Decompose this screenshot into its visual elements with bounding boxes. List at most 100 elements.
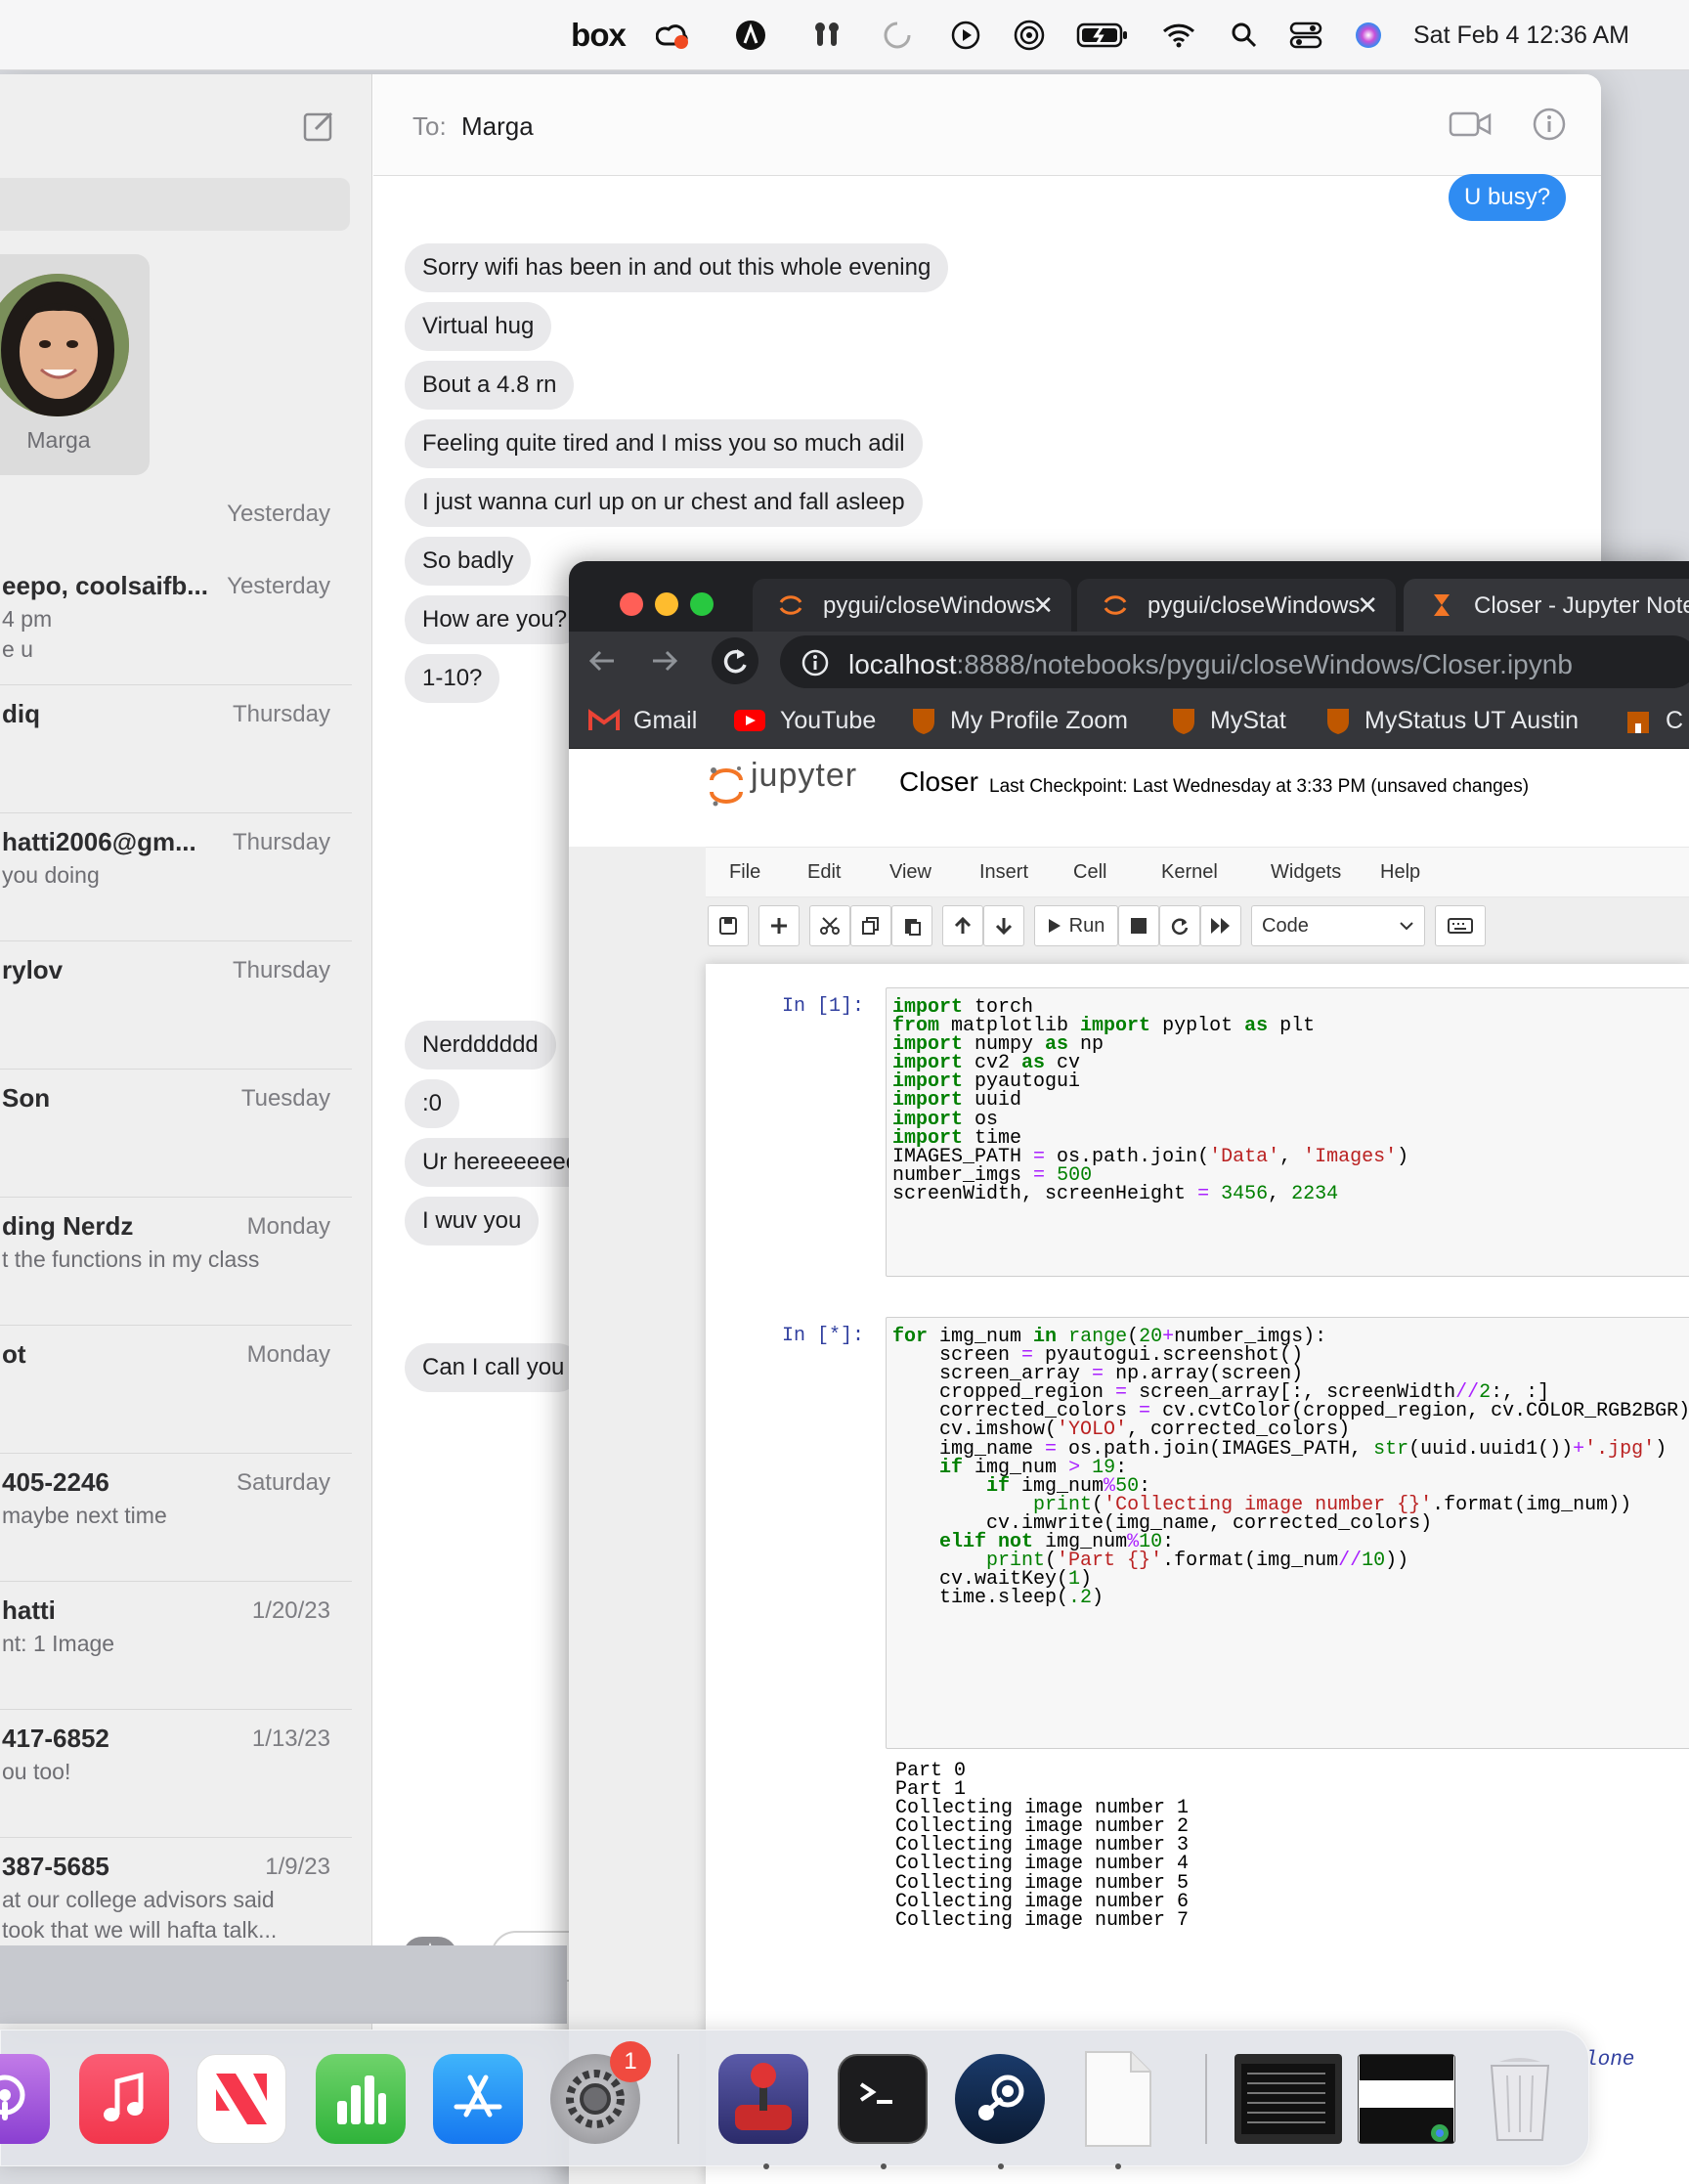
notebook-name[interactable]: Closer [899, 766, 978, 798]
back-icon[interactable] [586, 645, 618, 681]
conversation-name: Son [2, 1083, 51, 1113]
interrupt-kernel-icon[interactable] [1118, 905, 1159, 946]
browser-tab[interactable]: pygui/closeWindows ✕ [1077, 579, 1396, 632]
output-line: Collecting image number 6 [895, 1890, 1190, 1913]
menu-cell[interactable]: Cell [1073, 861, 1106, 884]
conversation-item[interactable]: Son Tuesday [0, 1070, 352, 1198]
menu-bar-clock[interactable]: Sat Feb 4 12:36 AM [1413, 20, 1629, 51]
menu-insert[interactable]: Insert [979, 861, 1028, 884]
loading-icon [882, 20, 913, 51]
run-button[interactable]: Run [1034, 905, 1118, 946]
airdrop-icon[interactable] [1013, 20, 1046, 51]
menu-edit[interactable]: Edit [807, 861, 841, 884]
bookmark-label: My Profile Zoom [950, 706, 1128, 734]
document-icon[interactable] [1072, 2051, 1162, 2147]
bookmark-youtube[interactable]: YouTube [733, 704, 876, 737]
search-icon[interactable] [1230, 20, 1259, 51]
conversation-item[interactable]: diq Thursday [0, 685, 352, 813]
screenshot-1-icon[interactable] [1234, 2054, 1342, 2144]
menu-help[interactable]: Help [1380, 861, 1420, 884]
tab-title: Closer - Jupyter Notebook [1474, 592, 1689, 619]
restart-kernel-icon[interactable] [1159, 905, 1200, 946]
move-up-icon[interactable] [942, 905, 983, 946]
code-cell[interactable]: import torch from matplotlib import pypl… [886, 987, 1689, 1277]
play-icon[interactable] [950, 20, 981, 51]
trash-icon[interactable] [1475, 2054, 1565, 2144]
cut-icon[interactable] [809, 905, 850, 946]
airpods-icon[interactable] [807, 20, 846, 51]
tab-close-icon[interactable]: ✕ [1032, 592, 1054, 618]
video-call-icon[interactable] [1449, 109, 1492, 144]
conversation-item[interactable]: hatti2006@gm... Thursday you doing [0, 813, 352, 941]
bookmark-mystatus-ut-austin[interactable]: MyStatus UT Austin [1325, 704, 1579, 737]
screenshot-2-icon[interactable] [1358, 2054, 1455, 2144]
siri-icon[interactable] [1353, 20, 1384, 51]
address-bar[interactable]: localhost:8888/notebooks/pygui/closeWind… [780, 635, 1689, 688]
browser-tab-active[interactable]: Closer - Jupyter Notebook [1404, 579, 1689, 632]
cell-type-select[interactable]: Code [1251, 905, 1425, 946]
keyboard-shortcuts-icon[interactable] [1435, 905, 1486, 946]
box-icon[interactable]: box [569, 17, 628, 53]
copy-icon[interactable] [850, 905, 891, 946]
pinned-conversation-time: Yesterday [227, 501, 330, 527]
app-store-icon[interactable] [433, 2054, 523, 2144]
conversation-item[interactable]: ot Monday [0, 1326, 352, 1454]
numbers-icon[interactable] [316, 2054, 406, 2144]
conversation-item[interactable]: 417-6852 1/13/23 ou too! [0, 1710, 352, 1838]
recipient-name[interactable]: Marga [461, 111, 534, 142]
save-icon[interactable] [708, 905, 749, 946]
paste-icon[interactable] [891, 905, 932, 946]
bookmark-c[interactable]: C [1624, 704, 1683, 737]
tab-close-icon[interactable]: ✕ [1357, 592, 1378, 618]
code-cell[interactable]: for img_num in range(20+number_imgs): sc… [886, 1317, 1689, 1749]
close-window-button[interactable] [620, 592, 643, 616]
wifi-icon[interactable] [1159, 20, 1198, 51]
conversation-item[interactable]: eepo, coolsaifb... Yesterday 4 pm e u [0, 557, 352, 685]
conversation-preview: nt: 1 Image [2, 1631, 115, 1656]
adobe-icon[interactable] [733, 20, 768, 51]
bookmark-gmail[interactable]: Gmail [588, 704, 697, 737]
zoom-window-button[interactable] [690, 592, 714, 616]
compose-icon[interactable] [302, 109, 335, 143]
menu-file[interactable]: File [729, 861, 760, 884]
menu-bar: box Sat Feb 4 12:36 AM [0, 0, 1689, 70]
info-icon[interactable] [1533, 108, 1566, 146]
steam-icon[interactable] [955, 2054, 1045, 2144]
menu-view[interactable]: View [889, 861, 931, 884]
pinned-conversation[interactable]: Marga [0, 254, 150, 475]
move-down-icon[interactable] [983, 905, 1024, 946]
restart-run-all-icon[interactable] [1200, 905, 1241, 946]
conversation-item[interactable]: rylov Thursday [0, 941, 352, 1070]
terminal-icon[interactable] [838, 2054, 928, 2144]
menu-widgets[interactable]: Widgets [1271, 861, 1341, 884]
browser-tab[interactable]: pygui/closeWindows ✕ [753, 579, 1071, 632]
jupyter-logo-icon[interactable] [708, 764, 745, 812]
creative-cloud-icon[interactable] [655, 20, 690, 51]
site-info-icon[interactable] [801, 649, 829, 681]
outgoing-message: U busy? [1449, 174, 1567, 221]
menu-kernel[interactable]: Kernel [1161, 861, 1218, 884]
bookmark-mystat[interactable]: MyStat [1171, 704, 1286, 737]
jupyter-logo-text[interactable]: jupyter [751, 757, 857, 795]
ut-shield-icon [913, 709, 934, 734]
minimize-window-button[interactable] [655, 592, 678, 616]
joystick-app-icon[interactable] [718, 2054, 808, 2144]
url-text: localhost:8888/notebooks/pygui/closeWind… [848, 649, 1573, 680]
insert-cell-icon[interactable] [758, 905, 800, 946]
battery-icon[interactable] [1075, 20, 1130, 51]
conversation-item[interactable]: hatti 1/20/23 nt: 1 Image [0, 1582, 352, 1710]
news-icon[interactable] [196, 2054, 286, 2144]
conversation-item[interactable]: ding Nerdz Monday t the functions in my … [0, 1198, 352, 1326]
checkpoint-status: Last Checkpoint: Last Wednesday at 3:33 … [989, 776, 1530, 797]
bookmark-my-profile-zoom[interactable]: My Profile Zoom [911, 704, 1128, 737]
control-center-icon[interactable] [1288, 20, 1323, 51]
podcasts-icon[interactable] [0, 2054, 50, 2144]
browser-toolbar: localhost:8888/notebooks/pygui/closeWind… [569, 632, 1689, 692]
conversation-date: Saturday [236, 1469, 330, 1496]
run-label: Run [1068, 914, 1105, 937]
search-field[interactable] [0, 178, 350, 231]
music-icon[interactable] [79, 2054, 169, 2144]
reload-icon[interactable] [712, 637, 758, 684]
conversation-item[interactable]: 405-2246 Saturday maybe next time [0, 1454, 352, 1582]
forward-icon[interactable] [649, 645, 680, 681]
